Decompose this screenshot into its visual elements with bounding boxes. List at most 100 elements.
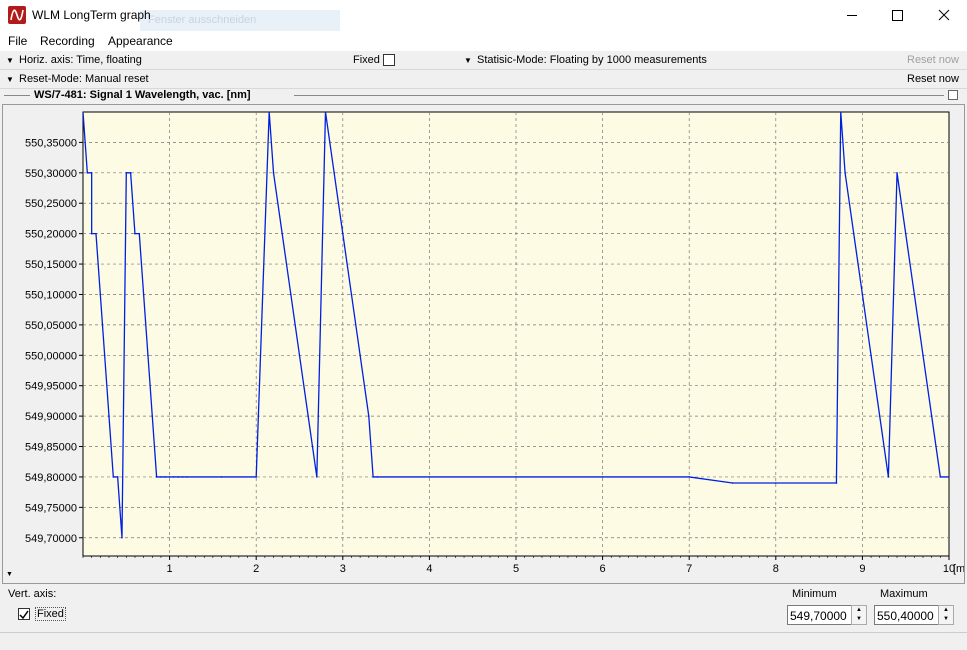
- data-point: [220, 476, 223, 478]
- horiz-fixed-checkbox[interactable]: [383, 54, 395, 66]
- data-point: [99, 293, 102, 296]
- data-point: [350, 293, 353, 296]
- reset-mode-bar: ▼ Reset-Mode: Manual reset Reset now: [0, 70, 967, 89]
- data-point: [913, 293, 916, 296]
- data-point: [83, 112, 84, 113]
- app-icon: [8, 6, 26, 24]
- y-tick-label: 550,15000: [25, 259, 77, 271]
- maximum-input[interactable]: 550,40000: [874, 605, 946, 625]
- data-point: [181, 476, 184, 478]
- data-point: [112, 476, 115, 478]
- data-point: [290, 293, 292, 296]
- reset-now-disabled: Reset now: [907, 54, 959, 66]
- x-tick-label: 6: [600, 563, 606, 575]
- data-point: [255, 476, 257, 478]
- maximum-spinner[interactable]: ▲ ▼: [938, 605, 954, 625]
- menu-appearance[interactable]: Appearance: [108, 34, 173, 48]
- data-point: [342, 232, 344, 235]
- data-point: [835, 482, 838, 484]
- data-point: [878, 415, 881, 417]
- data-point: [839, 112, 842, 113]
- data-point: [142, 293, 145, 296]
- menu-bar: File Recording Appearance: [0, 31, 967, 51]
- minimum-label: Minimum: [792, 588, 837, 600]
- vert-fixed-checkbox[interactable]: [18, 608, 30, 620]
- data-point: [376, 476, 379, 478]
- x-tick-label: 7: [686, 563, 692, 575]
- data-point: [116, 476, 119, 478]
- horiz-axis-label[interactable]: Horiz. axis: Time, floating: [19, 54, 142, 66]
- y-tick-label: 550,00000: [25, 350, 77, 362]
- panel-button[interactable]: [948, 90, 958, 100]
- x-tick-label: 1: [167, 563, 173, 575]
- window-title: WLM LongTerm graph: [32, 8, 151, 22]
- data-point: [775, 482, 777, 484]
- y-tick-label: 549,95000: [25, 381, 77, 393]
- long-term-chart[interactable]: 549,70000 549,75000 549,80000 549,85000 549,…: [3, 105, 967, 583]
- data-point: [333, 172, 335, 174]
- data-point: [186, 476, 188, 478]
- vert-fixed-label[interactable]: Fixed: [35, 607, 66, 621]
- data-point: [134, 232, 136, 235]
- x-tick-label: 2: [253, 563, 259, 575]
- status-bar: [0, 632, 967, 650]
- data-point: [147, 354, 149, 357]
- data-point: [428, 476, 431, 478]
- data-point: [870, 354, 872, 357]
- data-point: [164, 476, 167, 478]
- minimize-button[interactable]: [829, 0, 875, 31]
- checkmark-icon: [19, 610, 29, 620]
- ghost-tooltip: Fenster ausschneiden: [140, 10, 340, 32]
- data-point: [688, 476, 690, 478]
- data-point: [160, 476, 162, 478]
- data-point: [896, 172, 898, 174]
- maximize-button[interactable]: [875, 0, 921, 31]
- y-tick-label: 549,85000: [25, 442, 77, 454]
- y-tick-label: 549,75000: [25, 502, 77, 514]
- collapse-icon[interactable]: ▼: [6, 571, 13, 578]
- data-point: [887, 476, 890, 478]
- data-point: [324, 112, 327, 113]
- x-tick-label: 8: [773, 563, 779, 575]
- x-tick-label: 3: [340, 563, 346, 575]
- horiz-axis-bar: ▼ Horiz. axis: Time, floating Fixed ▼ St…: [0, 51, 967, 70]
- reset-mode-label[interactable]: Reset-Mode: Manual reset: [19, 73, 149, 85]
- close-button[interactable]: [921, 0, 967, 31]
- maximize-icon: [892, 10, 903, 21]
- menu-file[interactable]: File: [8, 34, 27, 48]
- data-point: [168, 476, 171, 478]
- data-point: [108, 415, 110, 417]
- data-point: [138, 232, 141, 235]
- data-point: [372, 476, 374, 478]
- minimum-input[interactable]: 549,70000: [787, 605, 859, 625]
- minimum-spinner[interactable]: ▲ ▼: [851, 605, 867, 625]
- data-point: [121, 536, 123, 539]
- graph-caption: WS/7-481: Signal 1 Wavelength, vac. [nm]: [0, 89, 967, 103]
- fixed-label: Fixed: [353, 54, 380, 66]
- data-point: [930, 415, 933, 417]
- y-tick-label: 550,10000: [25, 289, 77, 301]
- y-tick-label: 550,25000: [25, 198, 77, 210]
- data-point: [86, 172, 89, 174]
- y-tick-label: 550,05000: [25, 320, 77, 332]
- data-point: [90, 232, 93, 235]
- reset-now-button[interactable]: Reset now: [907, 73, 959, 85]
- statistic-dropdown-icon[interactable]: ▼: [464, 56, 472, 65]
- data-point: [922, 354, 924, 357]
- menu-recording[interactable]: Recording: [40, 34, 95, 48]
- data-point: [731, 482, 734, 484]
- y-tick-label: 550,30000: [25, 168, 77, 180]
- data-point: [268, 112, 270, 113]
- data-point: [904, 232, 907, 235]
- data-point: [316, 476, 318, 478]
- caption-rule: [4, 95, 30, 96]
- data-point: [948, 476, 949, 478]
- y-tick-label: 549,70000: [25, 533, 77, 545]
- y-tick-label: 549,90000: [25, 411, 77, 423]
- statistic-mode-label[interactable]: Statisic-Mode: Floating by 1000 measurem…: [477, 54, 707, 66]
- y-tick-label: 550,35000: [25, 137, 77, 149]
- x-tick-label: 4: [426, 563, 432, 575]
- horiz-axis-dropdown-icon[interactable]: ▼: [6, 56, 14, 65]
- data-point: [861, 293, 864, 296]
- reset-mode-dropdown-icon[interactable]: ▼: [6, 75, 14, 84]
